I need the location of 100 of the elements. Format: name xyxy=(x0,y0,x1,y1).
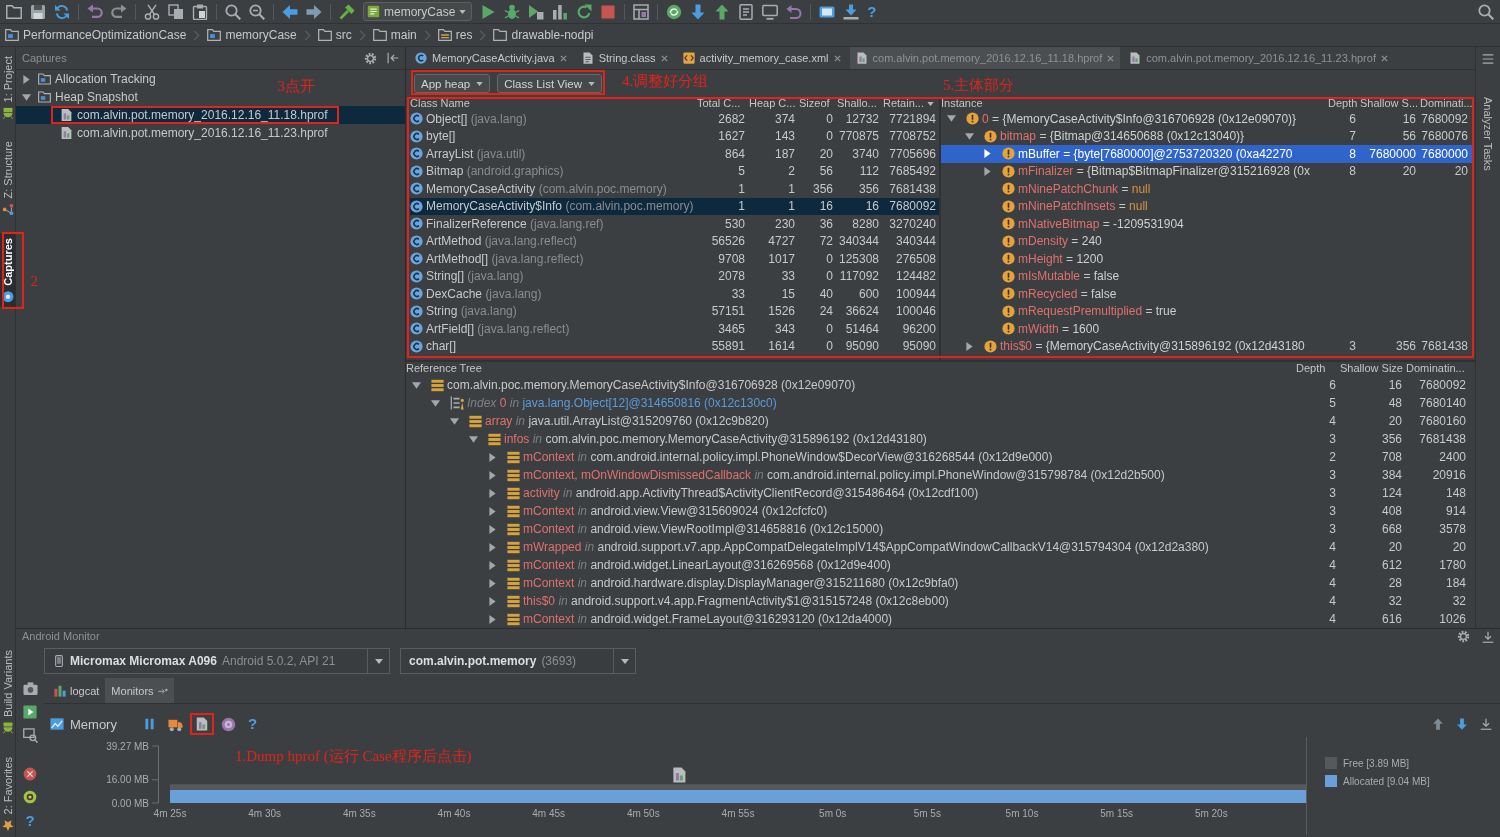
breadcrumb-item[interactable]: src xyxy=(317,28,352,42)
paste-icon[interactable] xyxy=(192,3,208,20)
tree-row[interactable]: this$0 in android.support.v4.app.FragmentActivity$1@315157248 (0x12c8eb00) 4 32 32 xyxy=(406,592,1475,610)
tree-arrow-icon[interactable] xyxy=(488,506,497,516)
column-header[interactable]: Sizeof xyxy=(798,97,836,110)
tool-window-button[interactable]: Build Variants xyxy=(0,646,16,739)
tree-row[interactable]: array in java.util.ArrayList@315209760 (0x12c9b820) 4 20 7680160 xyxy=(406,412,1475,430)
tree-row[interactable]: mDensity = 240 xyxy=(941,232,1472,250)
tree-row[interactable]: mContext in android.view.ViewRootImpl@314658816 (0x12c15000) 3 668 3578 xyxy=(406,520,1475,538)
tree-row[interactable]: mNinePatchInsets = null xyxy=(941,197,1472,215)
close-icon[interactable] xyxy=(1380,54,1388,62)
save-icon[interactable] xyxy=(30,3,46,20)
tree-arrow-icon[interactable] xyxy=(469,434,478,444)
down-arrow-icon[interactable] xyxy=(1456,718,1468,730)
help-button[interactable]: ? xyxy=(25,813,35,829)
table-row[interactable]: FinalizerReference (java.lang.ref) 530 230 36 8280 3270240 xyxy=(410,215,939,233)
tool-window-button[interactable]: 2: Favorites xyxy=(0,752,16,835)
chart-file-icon[interactable] xyxy=(194,716,209,732)
menu-icon[interactable] xyxy=(1482,53,1494,65)
column-header[interactable]: Heap C... xyxy=(748,97,798,110)
tree-arrow-icon[interactable] xyxy=(488,470,497,480)
tab[interactable]: Monitors xyxy=(105,678,174,703)
tree-arrow-icon[interactable] xyxy=(488,524,497,534)
table-row[interactable]: char[] 55891 1614 0 95090 95090 xyxy=(410,337,939,355)
tree-arrow-icon[interactable] xyxy=(983,149,992,159)
table-row[interactable]: ArtMethod[] (java.lang.reflect) 9708 1017 0 125308 276508 xyxy=(410,250,939,268)
forward-arrow-icon[interactable] xyxy=(306,3,322,20)
tree-row[interactable]: Index 0 in java.lang.Object[12]@314650816 (0x12c130c0) 5 48 7680140 xyxy=(406,394,1475,412)
sync-icon[interactable] xyxy=(54,3,70,20)
pause-icon[interactable] xyxy=(142,717,156,731)
tree-row[interactable]: bitmap = {Bitmap@314650688 (0x12c13040)} 7 56 7680076 xyxy=(941,127,1472,145)
sync-icon[interactable] xyxy=(666,3,683,20)
tree-arrow-icon[interactable] xyxy=(965,341,974,351)
undo-icon[interactable] xyxy=(87,3,103,20)
tree-arrow-icon[interactable] xyxy=(488,578,497,588)
settings-icon[interactable] xyxy=(364,51,377,65)
bug-icon[interactable] xyxy=(504,3,521,20)
target-icon[interactable] xyxy=(220,716,236,732)
breadcrumb-item[interactable]: PerformanceOptimizationCase xyxy=(5,28,187,42)
column-header[interactable]: Shallow Size xyxy=(1339,362,1405,375)
table-row[interactable]: byte[] 1627 143 0 770875 7708752 xyxy=(410,127,939,145)
tree-arrow-icon[interactable] xyxy=(983,166,992,176)
tree-arrow-icon[interactable] xyxy=(488,488,497,498)
table-row[interactable]: ArtField[] (java.lang.reflect) 3465 343 0 51464 96200 xyxy=(410,320,939,338)
tree-row[interactable]: 0 = {MemoryCaseActivity$Info@316706928 (0x12e09070)} 6 16 7680092 xyxy=(941,110,1472,128)
tree-row[interactable]: mNativeBitmap = -1209531904 xyxy=(941,215,1472,233)
screen-search-icon[interactable] xyxy=(22,728,38,743)
circular-arrow-icon[interactable] xyxy=(576,3,593,20)
tree-row[interactable]: mContext, mOnWindowDismissedCallback in com.android.internal.policy.impl.PhoneWindow@315798784 (0x12d2b500) 3 384 20916 xyxy=(406,466,1475,484)
play-document-icon[interactable] xyxy=(528,3,545,20)
monitor-icon[interactable] xyxy=(762,3,779,20)
ring-icon[interactable] xyxy=(23,790,37,804)
breadcrumb-item[interactable]: main xyxy=(372,28,417,42)
column-header[interactable]: Dominatin... xyxy=(1405,362,1469,375)
close-circle-icon[interactable] xyxy=(23,767,37,781)
view-dropdown[interactable]: Class List View xyxy=(497,74,602,93)
up-arrow-icon[interactable] xyxy=(714,3,731,20)
close-icon[interactable] xyxy=(833,54,841,62)
tree-item[interactable]: Heap Snapshot xyxy=(16,88,144,106)
tree-arrow-icon[interactable] xyxy=(965,131,974,141)
chart-file-icon[interactable] xyxy=(673,767,686,783)
tool-window-button[interactable]: Analyzer Tasks xyxy=(1480,93,1496,175)
heap-dropdown[interactable]: App heap xyxy=(414,74,491,93)
download-icon[interactable] xyxy=(843,3,860,20)
device-dropdown[interactable]: Micromax Micromax A096 Android 5.0.2, API 21 xyxy=(44,648,390,674)
column-header[interactable]: Depth xyxy=(1327,97,1359,110)
tree-arrow-icon[interactable] xyxy=(947,114,956,124)
table-row[interactable]: MemoryCaseActivity (com.alvin.poc.memory) 1 1 356 356 7681438 xyxy=(410,180,939,198)
editor-tab[interactable]: String.class xyxy=(575,47,674,69)
process-dropdown[interactable]: com.alvin.pot.memory (3693) xyxy=(400,648,636,674)
tree-row[interactable]: mContext in android.widget.FrameLayout@316293120 (0x12da4000) 4 616 1026 xyxy=(406,610,1475,628)
copy-icon[interactable] xyxy=(168,3,184,20)
table-row[interactable]: ArtMethod (java.lang.reflect) 56526 4727 72 340344 340344 xyxy=(410,232,939,250)
column-header[interactable]: Retain... xyxy=(882,97,939,110)
up-arrow-icon[interactable] xyxy=(1432,718,1444,730)
tree-row[interactable]: mWrapped in android.support.v7.app.AppCompatDelegateImplV14$AppCompatWindowCallbackV14@315794304 (0x12d2a380) 4 20 20 xyxy=(406,538,1475,556)
tool-window-button[interactable]: Z: Structure xyxy=(0,137,16,220)
tree-arrow-icon[interactable] xyxy=(450,416,459,426)
tool-window-button[interactable]: 1: Project xyxy=(0,52,16,124)
breadcrumb-item[interactable]: drawable-nodpi xyxy=(493,28,594,42)
tree-row[interactable]: mWidth = 1600 xyxy=(941,320,1472,338)
redo-icon[interactable] xyxy=(111,3,127,20)
help-button[interactable]: ? xyxy=(867,3,877,20)
play-icon[interactable] xyxy=(23,705,37,719)
help-button[interactable]: ? xyxy=(247,716,258,732)
column-header[interactable]: Class Name xyxy=(410,97,696,110)
hammer-icon[interactable] xyxy=(339,3,355,20)
table-row[interactable]: String[] (java.lang) 2078 33 0 117092 124482 xyxy=(410,267,939,285)
search-icon[interactable] xyxy=(1478,3,1494,20)
tree-row[interactable]: mBuffer = {byte[7680000]@2753720320 (0xa42270 8 7680000 7680000 xyxy=(941,145,1472,163)
editor-tab[interactable]: activity_memory_case.xml xyxy=(676,47,847,69)
table-row[interactable]: Bitmap (android.graphics) 5 2 56 112 7685492 xyxy=(410,162,939,180)
tree-row[interactable]: infos in com.alvin.poc.memory.MemoryCaseActivity@315896192 (0x12d43180) 3 356 7681438 xyxy=(406,430,1475,448)
tree-arrow-icon[interactable] xyxy=(412,380,421,390)
tree-arrow-icon[interactable] xyxy=(488,542,497,552)
tree-row[interactable]: mContext in com.android.internal.policy.impl.PhoneWindow$DecorView@316268544 (0x12d9e000) 2 708 2400 xyxy=(406,448,1475,466)
tree-arrow-icon[interactable] xyxy=(488,560,497,570)
column-header[interactable]: Dominati... xyxy=(1419,97,1471,110)
tree-row[interactable]: mIsMutable = false xyxy=(941,267,1472,285)
settings-icon[interactable] xyxy=(1457,630,1470,643)
